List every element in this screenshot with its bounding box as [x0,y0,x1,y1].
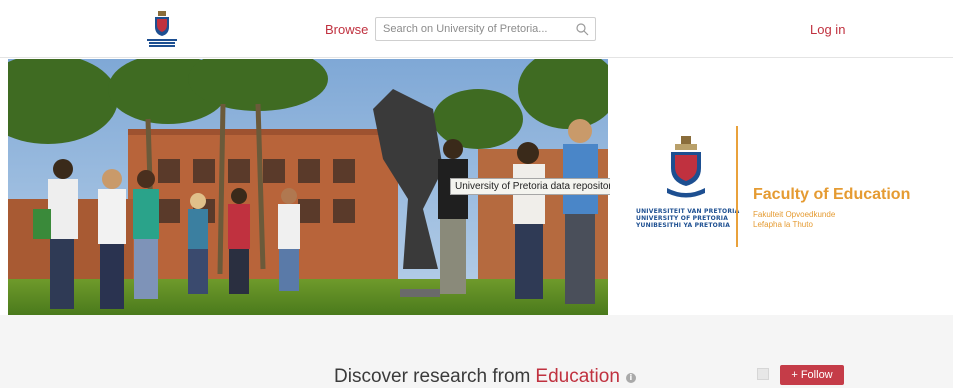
search-icon[interactable] [575,22,589,36]
university-name-lines: UNIVERSITEIT VAN PRETORIA UNIVERSITY OF … [636,208,739,229]
top-header: Browse Log in [0,0,953,58]
discover-prefix: Discover research from [334,366,531,387]
university-logo[interactable] [141,9,183,49]
university-line: YUNIBESITHI YA PRETORIA [636,222,731,229]
follow-button[interactable]: + Follow [780,365,844,385]
search-input[interactable] [376,18,566,40]
search-box[interactable] [375,17,596,41]
page-title: Discover research from Education [334,366,636,388]
login-link[interactable]: Log in [810,22,845,37]
rss-icon[interactable] [757,368,769,380]
group-name: Education [535,366,620,387]
faculty-brand-panel: UNIVERSITEIT VAN PRETORIA UNIVERSITY OF … [610,59,953,315]
photo-tooltip: University of Pretoria data repository [450,178,622,195]
brand-divider [736,126,738,247]
faculty-title: Faculty of Education [753,186,911,203]
group-header-band: Discover research from Education + Follo… [0,315,953,388]
faculty-subtitle-afrikaans: Fakulteit Opvoedkunde [753,210,836,219]
info-icon[interactable] [625,373,636,383]
faculty-subtitle-sepedi: Lefapha la Thuto [753,220,813,229]
university-crest-icon [667,136,705,198]
university-line: UNIVERSITY OF PRETORIA [636,215,729,222]
browse-link[interactable]: Browse [325,22,368,37]
university-line: UNIVERSITEIT VAN PRETORIA [636,208,740,215]
